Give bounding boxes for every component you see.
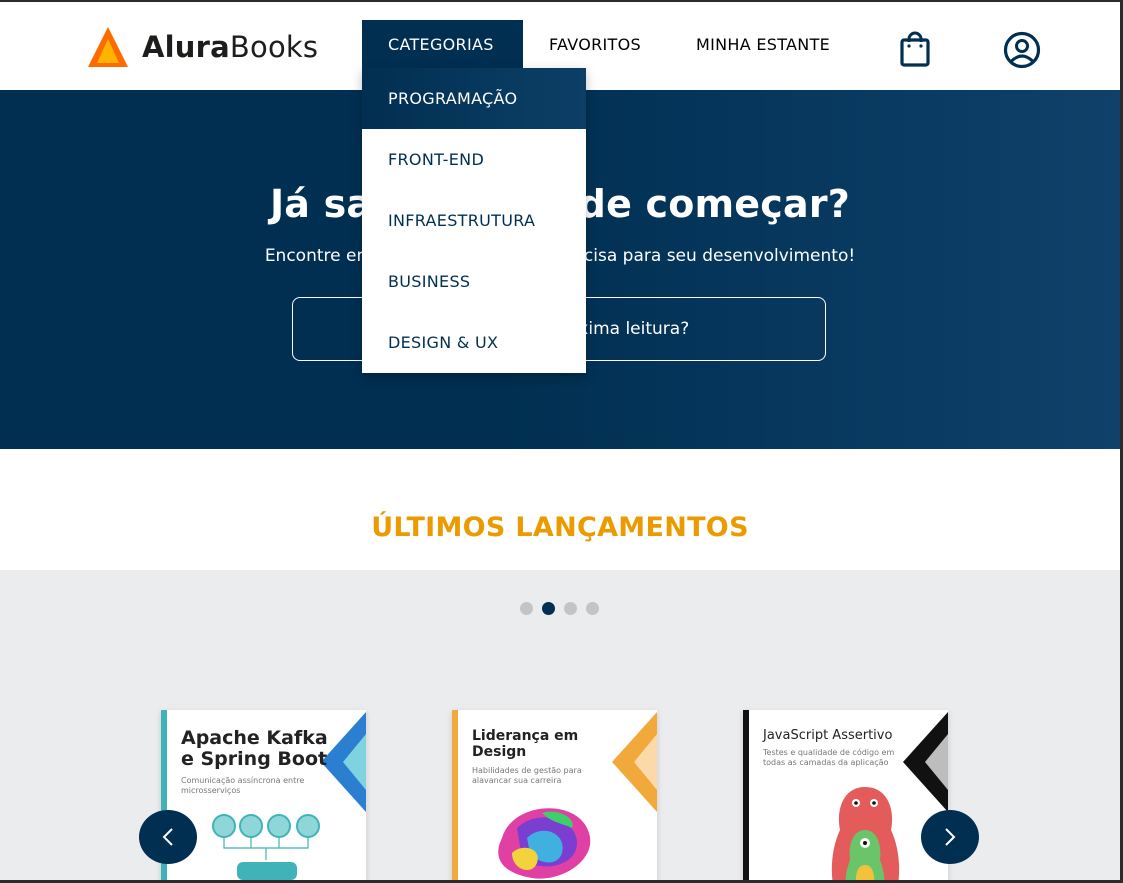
- user-circle-icon[interactable]: [1003, 31, 1041, 69]
- dropdown-item-infraestrutura[interactable]: INFRAESTRUTURA: [362, 190, 586, 251]
- carousel-dot[interactable]: [564, 602, 577, 615]
- book-spine: [452, 710, 458, 880]
- categories-dropdown: PROGRAMAÇÃO FRONT-END INFRAESTRUTURA BUS…: [362, 68, 586, 373]
- book-subtitle: Habilidades de gestão para alavancar sua…: [472, 766, 582, 785]
- book-card-kafka[interactable]: Apache Kafka e Spring Boot Comunicação a…: [161, 710, 366, 880]
- releases-title: ÚLTIMOS LANÇAMENTOS: [371, 512, 749, 543]
- carousel-prev-button[interactable]: [139, 810, 197, 864]
- book-subtitle: Testes e qualidade de código em todas as…: [763, 748, 895, 767]
- logo-mark-icon: [88, 27, 128, 67]
- carousel-dot[interactable]: [586, 602, 599, 615]
- carousel-dot-active[interactable]: [542, 602, 555, 615]
- chevron-left-icon: [162, 828, 173, 846]
- releases-carousel: Apache Kafka e Spring Boot Comunicação a…: [0, 570, 1120, 880]
- book-cover-chevron: [612, 712, 657, 812]
- dropdown-item-front-end[interactable]: FRONT-END: [362, 129, 586, 190]
- book-spine: [743, 710, 749, 880]
- book-card-javascript[interactable]: JavaScript Assertivo Testes e qualidade …: [743, 710, 948, 880]
- shopping-bag-icon[interactable]: [898, 30, 932, 68]
- nav-my-shelf[interactable]: MINHA ESTANTE: [696, 20, 830, 70]
- logo[interactable]: AluraBooks: [86, 24, 318, 70]
- book-cover-illustration: [831, 787, 900, 880]
- dropdown-item-programacao[interactable]: PROGRAMAÇÃO: [362, 68, 586, 129]
- book-subtitle: Comunicação assíncrona entre microsservi…: [181, 776, 305, 795]
- carousel-dots: [520, 602, 599, 615]
- book-title: JavaScript Assertivo: [763, 728, 893, 743]
- nav-favorites[interactable]: FAVORITOS: [549, 20, 641, 70]
- book-cover-illustration: [498, 808, 591, 879]
- book-cover-illustration: [212, 814, 320, 880]
- book-card-lideranca[interactable]: Liderança em Design Habilidades de gestã…: [452, 710, 657, 880]
- nav-categories[interactable]: CATEGORIAS: [362, 20, 523, 70]
- book-title: Apache Kafka e Spring Boot: [181, 727, 328, 770]
- logo-text: AluraBooks: [142, 30, 319, 64]
- carousel-dot[interactable]: [520, 602, 533, 615]
- book-title: Liderança em Design: [472, 728, 579, 760]
- carousel-next-button[interactable]: [921, 810, 979, 864]
- dropdown-item-business[interactable]: BUSINESS: [362, 251, 586, 312]
- dropdown-item-design-ux[interactable]: DESIGN & UX: [362, 312, 586, 373]
- book-cover-chevron: [903, 712, 948, 812]
- chevron-right-icon: [945, 828, 956, 846]
